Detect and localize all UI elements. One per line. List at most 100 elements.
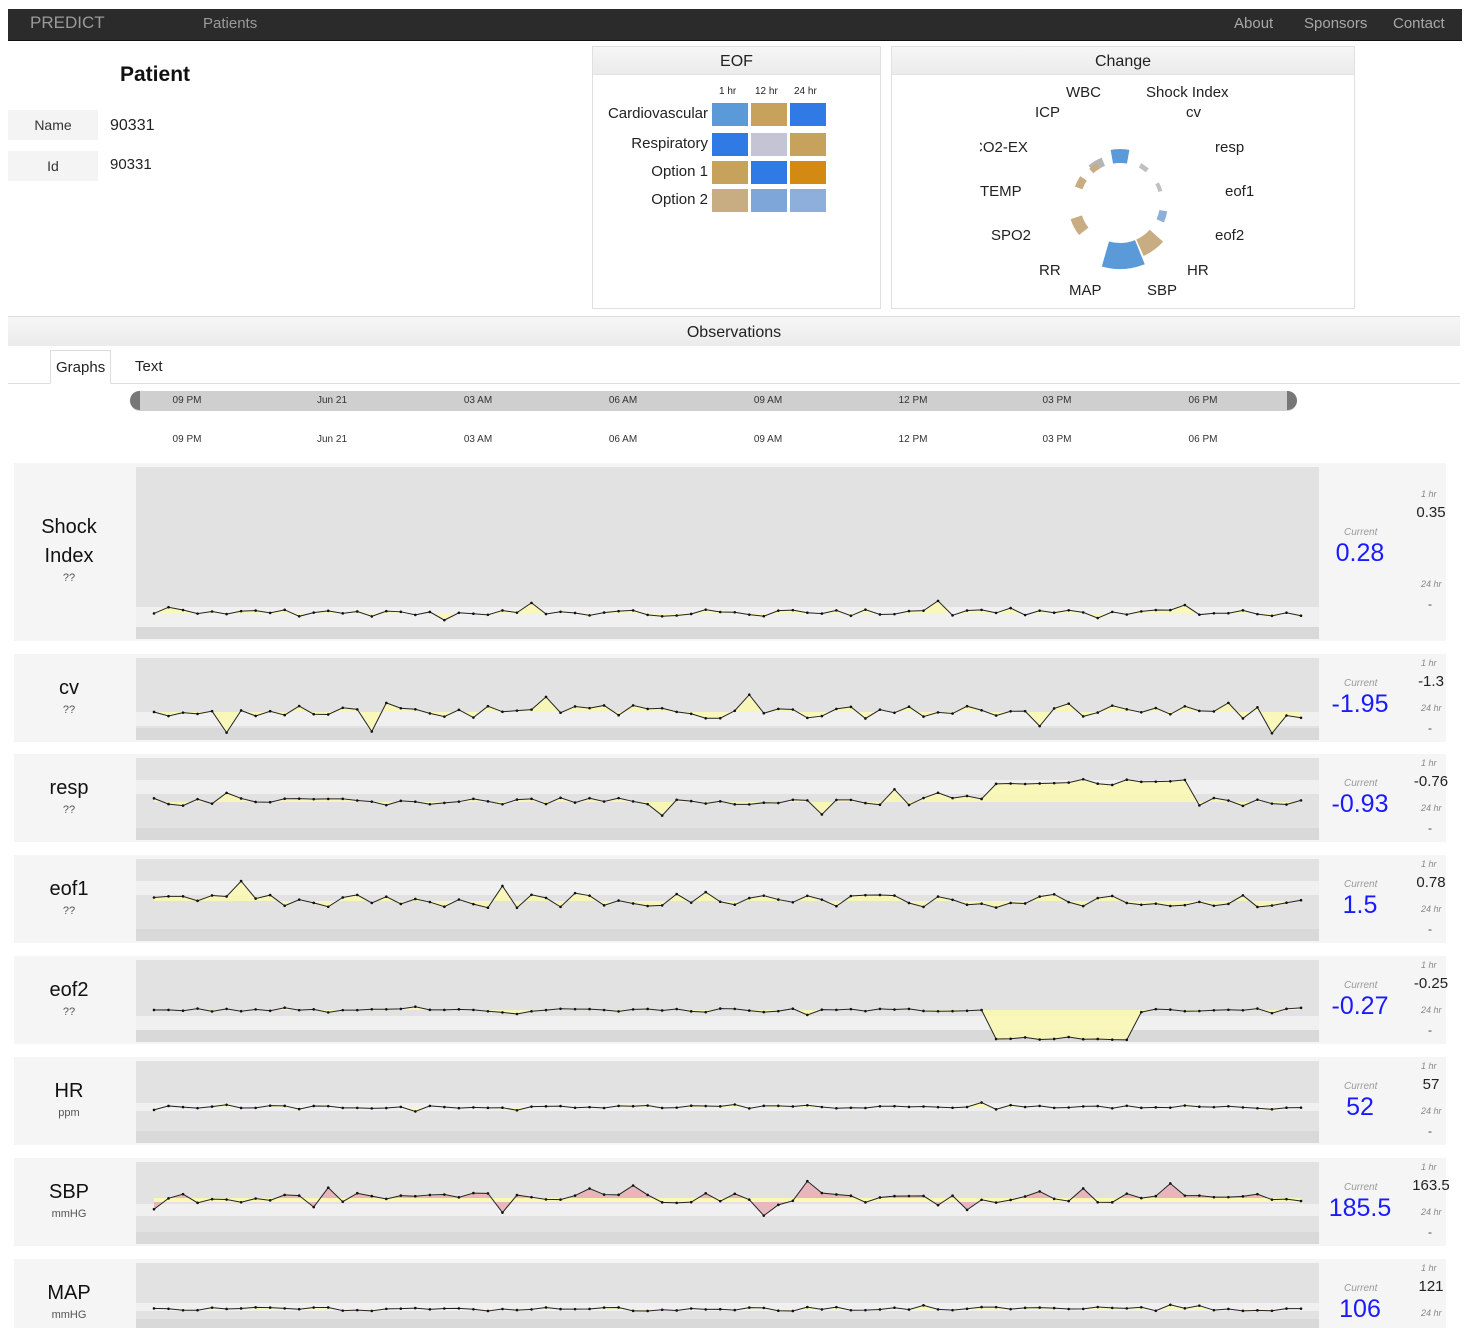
metric-point[interactable] bbox=[1183, 778, 1187, 782]
metric-point[interactable] bbox=[559, 796, 562, 800]
metric-point[interactable] bbox=[951, 898, 954, 902]
metric-point[interactable] bbox=[1256, 1007, 1259, 1010]
metric-point[interactable] bbox=[472, 1191, 475, 1195]
metric-point[interactable] bbox=[747, 803, 751, 806]
metric-point[interactable] bbox=[806, 1305, 809, 1309]
metric-point[interactable] bbox=[588, 1187, 591, 1190]
metric-point[interactable] bbox=[762, 614, 766, 618]
metric-point[interactable] bbox=[675, 892, 678, 896]
metric-point[interactable] bbox=[268, 893, 272, 897]
metric-point[interactable] bbox=[1052, 893, 1056, 896]
metric-point[interactable] bbox=[370, 1107, 374, 1110]
metric-point[interactable] bbox=[791, 1105, 795, 1108]
metric-point[interactable] bbox=[878, 1104, 882, 1108]
metric-point[interactable] bbox=[297, 1107, 301, 1111]
metric-point[interactable] bbox=[283, 1193, 286, 1197]
metric-point[interactable] bbox=[225, 1103, 228, 1107]
metric-point[interactable] bbox=[1169, 1182, 1172, 1185]
metric-point[interactable] bbox=[1212, 1105, 1216, 1109]
metric-point[interactable] bbox=[980, 608, 983, 612]
metric-point[interactable] bbox=[1198, 1009, 1201, 1013]
metric-point[interactable] bbox=[341, 612, 345, 615]
eof-cell[interactable] bbox=[751, 133, 787, 156]
metric-point[interactable] bbox=[167, 802, 170, 806]
metric-point[interactable] bbox=[559, 905, 562, 909]
metric-point[interactable] bbox=[588, 894, 591, 897]
metric-point[interactable] bbox=[1125, 901, 1129, 905]
metric-point[interactable] bbox=[704, 890, 708, 894]
metric-point[interactable] bbox=[922, 796, 925, 800]
metric-point[interactable] bbox=[777, 609, 780, 612]
metric-point[interactable] bbox=[835, 1008, 838, 1012]
metric-point[interactable] bbox=[297, 1008, 301, 1012]
metric-point[interactable] bbox=[486, 1309, 490, 1313]
metric-point[interactable] bbox=[1023, 902, 1027, 905]
metric-point[interactable] bbox=[1198, 900, 1201, 904]
metric-point[interactable] bbox=[675, 1007, 678, 1011]
metric-point[interactable] bbox=[370, 1007, 374, 1011]
metric-point[interactable] bbox=[849, 1007, 853, 1011]
metric-point[interactable] bbox=[1227, 799, 1230, 802]
eof-cell[interactable] bbox=[712, 161, 748, 184]
metric-point[interactable] bbox=[951, 1009, 954, 1013]
metric-point[interactable] bbox=[936, 1105, 940, 1109]
metric-point[interactable] bbox=[167, 605, 170, 609]
metric-point[interactable] bbox=[907, 1105, 911, 1109]
metric-point[interactable] bbox=[777, 1309, 780, 1312]
metric-point[interactable] bbox=[573, 611, 577, 615]
metric-point[interactable] bbox=[1169, 712, 1172, 716]
metric-point[interactable] bbox=[472, 1307, 475, 1311]
metric-point[interactable] bbox=[1081, 715, 1085, 718]
eof-cell[interactable] bbox=[751, 103, 787, 126]
metric-point[interactable] bbox=[225, 1307, 228, 1311]
metric-point[interactable] bbox=[1052, 1037, 1056, 1041]
metric-point[interactable] bbox=[254, 1106, 257, 1110]
metric-point[interactable] bbox=[1038, 724, 1041, 728]
metric-point[interactable] bbox=[631, 609, 635, 612]
metric-point[interactable] bbox=[457, 800, 461, 803]
metric-point[interactable] bbox=[501, 609, 504, 612]
metric-point[interactable] bbox=[1110, 1106, 1114, 1110]
metric-point[interactable] bbox=[1081, 611, 1085, 614]
metric-point[interactable] bbox=[878, 1007, 882, 1011]
metric-point[interactable] bbox=[239, 709, 243, 712]
metric-point[interactable] bbox=[1212, 796, 1216, 800]
metric-point[interactable] bbox=[806, 1103, 809, 1107]
metric-point[interactable] bbox=[181, 711, 185, 714]
metric-point[interactable] bbox=[777, 707, 780, 711]
metric-point[interactable] bbox=[1052, 1106, 1056, 1110]
metric-point[interactable] bbox=[1139, 610, 1143, 613]
metric-point[interactable] bbox=[1096, 782, 1100, 786]
metric-point[interactable] bbox=[602, 704, 606, 707]
metric-point[interactable] bbox=[515, 709, 519, 712]
metric-point[interactable] bbox=[457, 611, 461, 615]
metric-point[interactable] bbox=[239, 1200, 243, 1204]
metric-point[interactable] bbox=[806, 1179, 809, 1183]
metric-point[interactable] bbox=[559, 1007, 562, 1011]
metric-point[interactable] bbox=[1067, 1199, 1070, 1203]
metric-point[interactable] bbox=[1256, 1192, 1259, 1196]
metric-graph[interactable] bbox=[136, 960, 1319, 1042]
metric-point[interactable] bbox=[544, 1198, 548, 1201]
metric-point[interactable] bbox=[791, 1199, 795, 1203]
metric-point[interactable] bbox=[922, 1194, 925, 1198]
metric-point[interactable] bbox=[443, 618, 446, 622]
metric-point[interactable] bbox=[297, 704, 301, 708]
metric-graph[interactable] bbox=[136, 467, 1319, 639]
metric-point[interactable] bbox=[936, 1010, 940, 1013]
metric-point[interactable] bbox=[1125, 708, 1129, 711]
metric-point[interactable] bbox=[196, 1201, 199, 1205]
metric-point[interactable] bbox=[1270, 802, 1274, 805]
metric-point[interactable] bbox=[1299, 1199, 1303, 1203]
eof-cell[interactable] bbox=[712, 189, 748, 212]
metric-point[interactable] bbox=[646, 1193, 649, 1197]
metric-point[interactable] bbox=[718, 1199, 722, 1203]
metric-point[interactable] bbox=[689, 1104, 693, 1108]
metric-point[interactable] bbox=[1256, 706, 1259, 709]
metric-point[interactable] bbox=[326, 609, 330, 613]
metric-point[interactable] bbox=[994, 906, 998, 909]
metric-point[interactable] bbox=[878, 803, 882, 807]
metric-point[interactable] bbox=[660, 706, 664, 710]
metric-point[interactable] bbox=[617, 899, 620, 902]
metric-point[interactable] bbox=[588, 614, 591, 617]
